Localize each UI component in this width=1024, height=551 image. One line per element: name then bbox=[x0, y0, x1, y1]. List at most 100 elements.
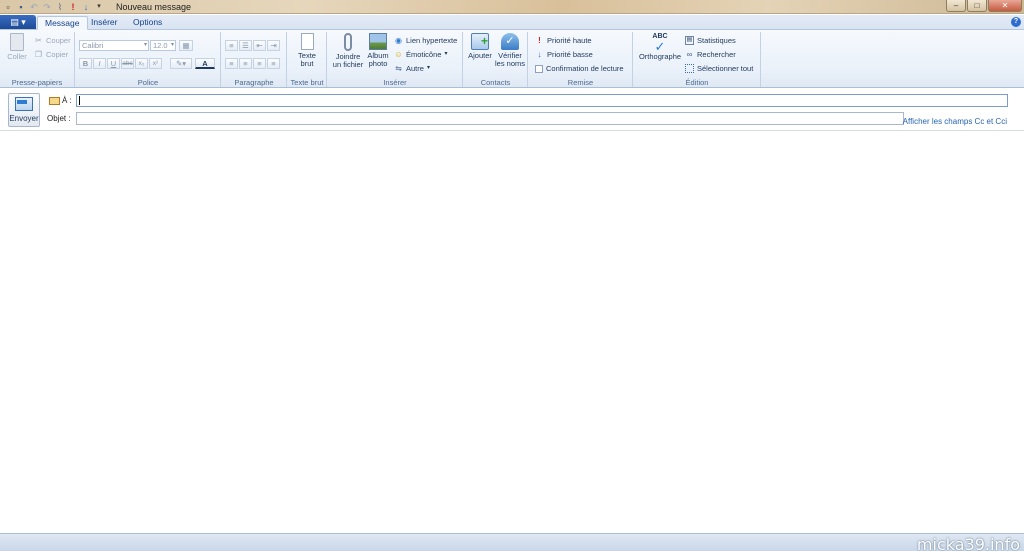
status-bar bbox=[0, 533, 1024, 551]
decrease-indent-icon[interactable]: ⇤ bbox=[253, 40, 266, 51]
scissors-icon: ✂ bbox=[35, 36, 42, 45]
help-icon[interactable]: ? bbox=[1011, 17, 1021, 27]
to-label[interactable]: À : bbox=[49, 96, 72, 105]
add-contact-button[interactable]: + Ajouter bbox=[466, 33, 494, 60]
attach-icon[interactable]: ⌇ bbox=[55, 2, 65, 12]
low-priority-icon[interactable]: ↓ bbox=[81, 2, 91, 12]
tab-message[interactable]: Message bbox=[37, 16, 88, 30]
attach-file-button[interactable]: Joindre un fichier bbox=[331, 33, 365, 69]
highlighter-icon: ✎▾ bbox=[175, 59, 187, 68]
cut-button[interactable]: ✂ Couper bbox=[34, 35, 70, 46]
maximize-button[interactable]: □ bbox=[967, 0, 987, 12]
group-contacts: + Ajouter ✓ Vérifier les noms Contacts bbox=[464, 32, 528, 87]
group-font: Calibri ▾ 12.0 ▾ ▦ B I U abc x₂ x² ✎▾ A Po… bbox=[76, 32, 221, 87]
ribbon-tabs: ▤ ▾ Message Insérer Options ? bbox=[0, 15, 1024, 30]
superscript-button[interactable]: x² bbox=[149, 58, 162, 69]
align-center-icon[interactable]: ≡ bbox=[239, 58, 252, 69]
low-priority-button[interactable]: ↓ Priorité basse bbox=[535, 49, 593, 60]
statistics-icon: ▤ bbox=[685, 36, 694, 45]
new-icon[interactable]: ▫ bbox=[3, 2, 13, 12]
app-menu-button[interactable]: ▤ ▾ bbox=[0, 15, 36, 29]
font-size-select[interactable]: 12.0 ▾ bbox=[150, 40, 176, 51]
photo-icon bbox=[369, 33, 387, 50]
check-names-button[interactable]: ✓ Vérifier les noms bbox=[494, 33, 526, 68]
group-paragraph: ≡ ☰ ⇤ ⇥ ≡ ≡ ≡ ≡ Paragraphe bbox=[222, 32, 287, 87]
numbered-list-icon[interactable]: ≡ bbox=[225, 40, 238, 51]
send-envelope-icon bbox=[15, 97, 33, 111]
group-clipboard: Coller ✂ Couper ❐ Copier Presse-papiers bbox=[0, 32, 75, 87]
address-book-icon bbox=[49, 96, 60, 105]
group-plaintext: Texte brut Texte brut bbox=[288, 32, 327, 87]
increase-indent-icon[interactable]: ⇥ bbox=[267, 40, 280, 51]
chevron-down-icon: ▾ bbox=[170, 42, 174, 48]
copy-button[interactable]: ❐ Copier bbox=[34, 49, 68, 60]
message-body-editor[interactable] bbox=[0, 132, 1024, 533]
watermark: micka39.info bbox=[916, 535, 1020, 551]
group-delivery: ! Priorité haute ↓ Priorité basse Confirma… bbox=[529, 32, 633, 87]
subject-field[interactable] bbox=[76, 112, 904, 125]
underline-button[interactable]: U bbox=[107, 58, 120, 69]
select-all-icon bbox=[685, 64, 694, 73]
customize-icon[interactable]: ▾ bbox=[94, 2, 104, 12]
group-editing: ABC ✓ Orthographe ▤ Statistiques ∞ Recherch… bbox=[634, 32, 761, 87]
group-insert: Joindre un fichier Album photo ◉ Lien hyp… bbox=[328, 32, 463, 87]
font-family-select[interactable]: Calibri ▾ bbox=[79, 40, 149, 51]
read-receipt-checkbox[interactable]: Confirmation de lecture bbox=[535, 63, 624, 74]
group-label: Paragraphe bbox=[234, 78, 274, 87]
italic-button[interactable]: I bbox=[93, 58, 106, 69]
plain-text-button[interactable]: Texte brut bbox=[292, 33, 322, 68]
message-header: Envoyer À : Objet : Afficher les champs … bbox=[0, 89, 1024, 131]
window-title: Nouveau message bbox=[116, 1, 192, 12]
group-label: Presse-papiers bbox=[11, 78, 63, 87]
statistics-button[interactable]: ▤ Statistiques bbox=[685, 35, 736, 46]
title-bar: ▫ ▪ ↶ ↷ ⌇ ! ↓ ▾ Nouveau message – □ ✕ bbox=[0, 0, 1024, 14]
align-left-icon[interactable]: ≡ bbox=[225, 58, 238, 69]
chevron-down-icon: ▾ bbox=[426, 65, 430, 71]
app-menu-icon: ▤ ▾ bbox=[10, 17, 26, 27]
emoticon-button[interactable]: ☺ Émoticône ▾ bbox=[394, 49, 447, 60]
close-button[interactable]: ✕ bbox=[988, 0, 1022, 12]
bold-button[interactable]: B bbox=[79, 58, 92, 69]
font-color-button[interactable]: A bbox=[195, 58, 215, 69]
paste-button[interactable]: Coller bbox=[4, 33, 30, 61]
subject-label: Objet : bbox=[47, 114, 71, 123]
arrow-down-icon: ↓ bbox=[537, 50, 542, 59]
tab-inserer[interactable]: Insérer bbox=[84, 16, 124, 30]
hyperlink-button[interactable]: ◉ Lien hypertexte bbox=[394, 35, 457, 46]
group-label: Remise bbox=[567, 78, 594, 87]
other-button[interactable]: ⇋ Autre ▾ bbox=[394, 63, 430, 74]
group-label: Édition bbox=[685, 78, 709, 87]
exclamation-icon: ! bbox=[538, 36, 541, 45]
binoculars-icon: ∞ bbox=[686, 50, 693, 59]
strikethrough-button[interactable]: abc bbox=[121, 58, 134, 69]
document-icon bbox=[300, 33, 314, 50]
select-all-button[interactable]: Sélectionner tout bbox=[685, 63, 753, 74]
checkbox-icon bbox=[535, 64, 543, 73]
redo-icon[interactable]: ↷ bbox=[42, 2, 52, 12]
high-priority-button[interactable]: ! Priorité haute bbox=[535, 35, 591, 46]
bullet-list-icon[interactable]: ☰ bbox=[239, 40, 252, 51]
send-button[interactable]: Envoyer bbox=[8, 93, 40, 127]
add-contact-icon: + bbox=[471, 33, 489, 50]
find-button[interactable]: ∞ Rechercher bbox=[685, 49, 736, 60]
align-right-icon[interactable]: ≡ bbox=[253, 58, 266, 69]
window-controls: – □ ✕ bbox=[946, 0, 1022, 12]
spellcheck-icon: ABC ✓ bbox=[652, 33, 668, 54]
subscript-button[interactable]: x₂ bbox=[135, 58, 148, 69]
format-painter-icon[interactable]: ▦ bbox=[179, 40, 193, 51]
spelling-button[interactable]: ABC ✓ Orthographe bbox=[636, 33, 684, 61]
globe-icon: ◉ bbox=[395, 36, 402, 45]
show-cc-bcc-link[interactable]: Afficher les champs Cc et Cci bbox=[903, 117, 1007, 126]
save-icon[interactable]: ▪ bbox=[16, 2, 26, 12]
quick-access-toolbar: ▫ ▪ ↶ ↷ ⌇ ! ↓ ▾ bbox=[0, 0, 104, 14]
undo-icon[interactable]: ↶ bbox=[29, 2, 39, 12]
photo-album-button[interactable]: Album photo bbox=[365, 33, 391, 68]
high-priority-icon[interactable]: ! bbox=[68, 2, 78, 12]
minimize-button[interactable]: – bbox=[946, 0, 966, 12]
to-field[interactable] bbox=[76, 94, 1008, 107]
copy-icon: ❐ bbox=[34, 50, 43, 59]
justify-icon[interactable]: ≡ bbox=[267, 58, 280, 69]
tab-options[interactable]: Options bbox=[126, 16, 169, 30]
insert-other-icon: ⇋ bbox=[395, 64, 402, 73]
highlight-button[interactable]: ✎▾ bbox=[170, 58, 192, 69]
